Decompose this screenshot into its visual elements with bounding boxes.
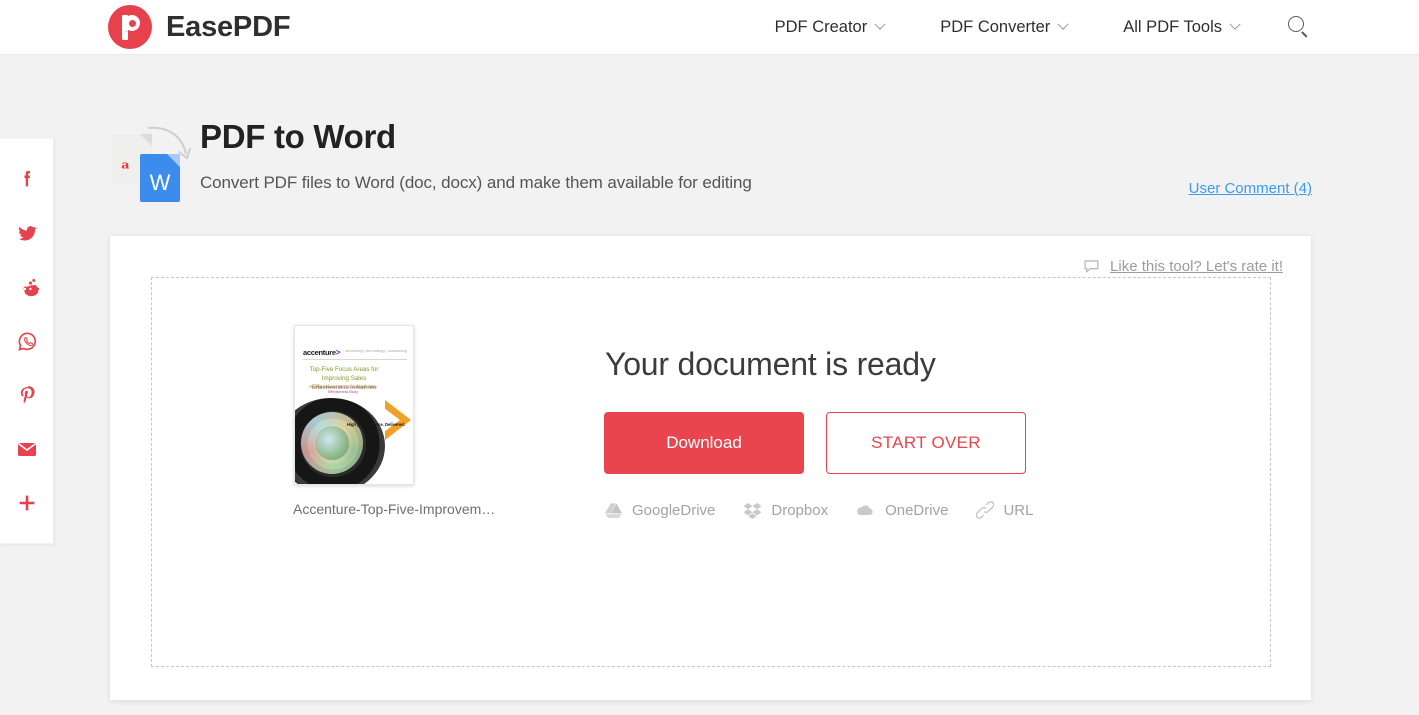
tool-title-block: ᵃ W PDF to Word Convert PDF files to Wor…	[108, 118, 1312, 208]
rate-tool-label: Like this tool? Let's rate it!	[1110, 258, 1283, 275]
nav-item-pdf-creator[interactable]: PDF Creator	[747, 18, 913, 37]
site-header: ··· EasePDF PDF Creator PDF Converter Al…	[0, 0, 1419, 54]
user-comment-link[interactable]: User Comment (4)	[1189, 180, 1312, 197]
chevron-down-icon	[1057, 18, 1069, 30]
tool-icon-group: ᵃ W	[108, 124, 191, 202]
nav-item-label: PDF Creator	[774, 17, 868, 36]
chevron-down-icon	[874, 18, 886, 30]
page-subtitle: Convert PDF files to Word (doc, docx) an…	[200, 173, 752, 192]
rate-tool-link[interactable]: Like this tool? Let's rate it!	[1083, 258, 1283, 275]
twitter-icon[interactable]	[0, 206, 54, 260]
easepdf-logo-icon: ···	[108, 5, 152, 49]
email-icon[interactable]	[0, 422, 54, 476]
chevron-down-icon	[1229, 18, 1241, 30]
header-divider	[0, 54, 1419, 55]
search-icon[interactable]	[1287, 15, 1311, 39]
nav-item-pdf-converter[interactable]: PDF Converter	[912, 18, 1095, 37]
drop-zone-dashed-border	[151, 277, 1271, 667]
word-file-icon: W	[140, 154, 180, 202]
facebook-icon[interactable]	[0, 152, 54, 206]
brand-name: EasePDF	[166, 10, 291, 43]
social-share-rail	[0, 138, 54, 544]
more-share-icon[interactable]	[0, 476, 54, 530]
whatsapp-icon[interactable]	[0, 314, 54, 368]
page-title: PDF to Word	[200, 118, 396, 155]
brand-logo[interactable]: ··· EasePDF	[108, 5, 291, 49]
nav-item-label: PDF Converter	[940, 17, 1051, 36]
pinterest-icon[interactable]	[0, 368, 54, 422]
reddit-icon[interactable]	[0, 260, 54, 314]
comment-bubble-icon	[1084, 260, 1099, 273]
nav-item-all-pdf-tools[interactable]: All PDF Tools	[1095, 18, 1267, 37]
nav-item-label: All PDF Tools	[1123, 17, 1222, 36]
main-nav: PDF Creator PDF Converter All PDF Tools	[747, 15, 1311, 39]
